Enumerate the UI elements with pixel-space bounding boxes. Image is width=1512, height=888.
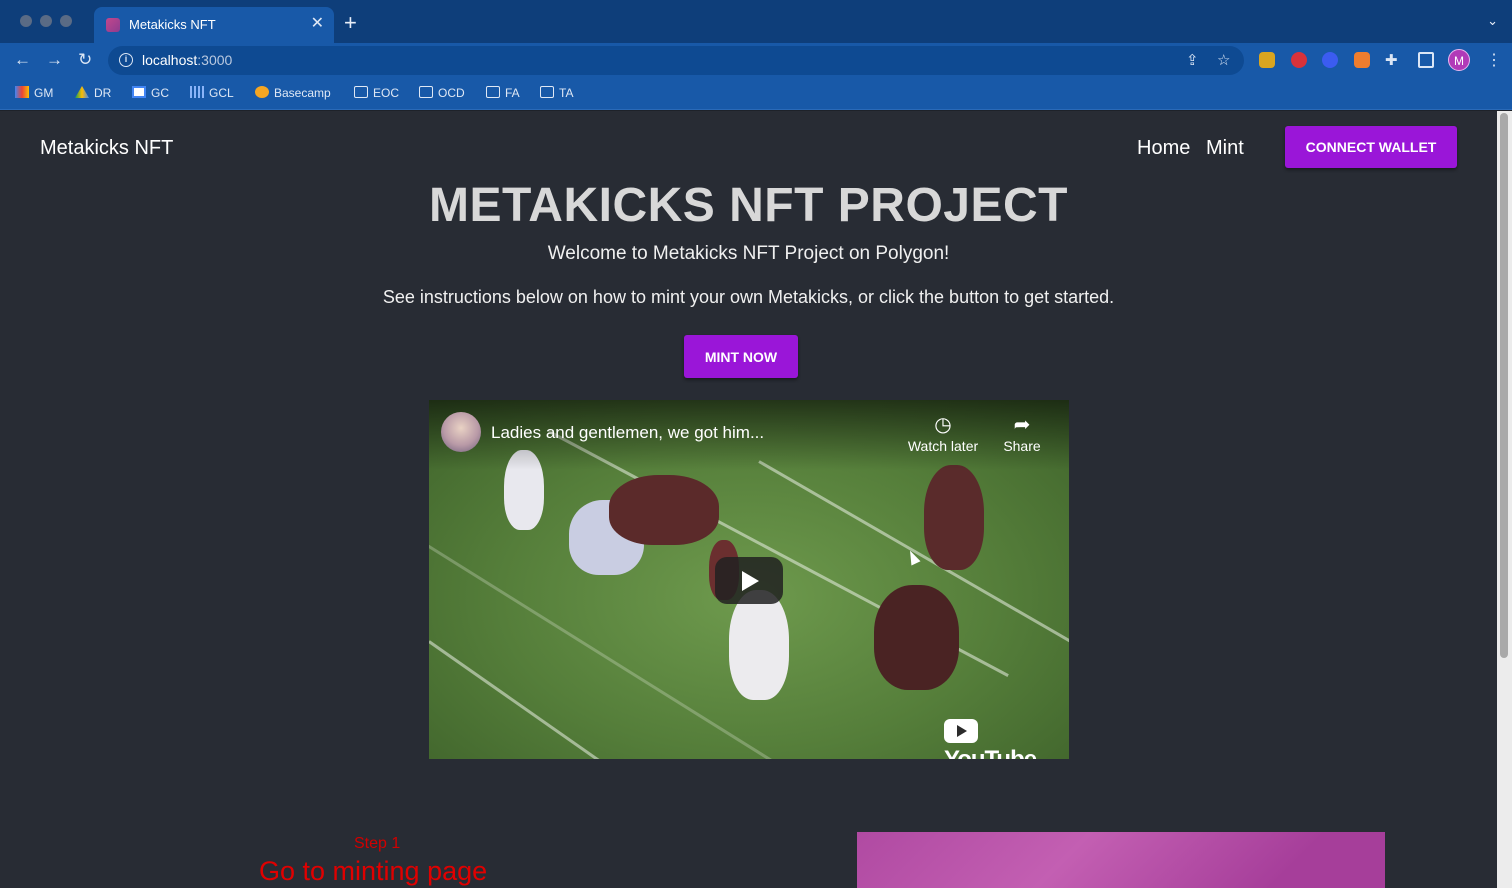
metamask-extension-icon[interactable] <box>1354 52 1370 68</box>
back-icon[interactable]: ← <box>14 49 31 71</box>
tab-title: Metakicks NFT <box>129 17 216 32</box>
bookmark-star-icon[interactable]: ☆ <box>1217 51 1230 69</box>
mint-now-button[interactable]: MINT NOW <box>684 335 798 378</box>
youtube-play-icon <box>944 719 978 743</box>
extension-icon[interactable] <box>1259 52 1275 68</box>
drive-icon <box>75 86 89 98</box>
browser-toolbar: ← → ↻ i localhost:3000 ⇪ ☆ ✚ M ⋮ <box>0 43 1512 78</box>
page-title: METAKICKS NFT PROJECT <box>429 179 1068 232</box>
extension-icon[interactable] <box>1322 52 1338 68</box>
bookmark-gc[interactable]: GC <box>132 85 169 101</box>
connect-wallet-button[interactable]: CONNECT WALLET <box>1285 126 1457 168</box>
tab-close-icon[interactable]: ✕ <box>311 14 324 34</box>
profile-avatar[interactable]: M <box>1448 49 1470 71</box>
site-info-icon[interactable]: i <box>119 53 133 67</box>
bookmark-basecamp[interactable]: Basecamp <box>255 85 331 101</box>
share-page-icon[interactable]: ⇪ <box>1186 51 1199 69</box>
watch-later-button[interactable]: ◷ Watch later <box>903 412 983 454</box>
folder-icon <box>540 86 554 98</box>
bookmark-ta[interactable]: TA <box>540 85 573 101</box>
browser-menu-icon[interactable]: ⋮ <box>1486 50 1502 70</box>
page-scrollbar[interactable] <box>1497 111 1512 888</box>
instructions-text: See instructions below on how to mint yo… <box>382 287 1115 307</box>
clock-icon: ◷ <box>934 414 952 436</box>
url-text[interactable]: localhost:3000 <box>142 52 232 68</box>
calendar-icon <box>132 86 146 98</box>
folder-icon <box>486 86 500 98</box>
share-button[interactable]: ➦ Share <box>982 412 1062 454</box>
puzzle-extensions-icon[interactable]: ✚ <box>1385 50 1398 72</box>
nav-mint-link[interactable]: Mint <box>1206 137 1244 160</box>
player-figure <box>729 590 789 700</box>
nav-home-link[interactable]: Home <box>1137 137 1190 160</box>
site-brand[interactable]: Metakicks NFT <box>40 137 173 160</box>
gmail-icon <box>15 86 29 98</box>
field-line <box>429 640 619 759</box>
window-zoom-dot[interactable] <box>60 15 72 27</box>
extension-icon[interactable] <box>1291 52 1307 68</box>
bookmark-gcl[interactable]: GCL <box>190 85 234 101</box>
share-label: Share <box>1003 438 1041 454</box>
active-tab[interactable]: Metakicks NFT ✕ <box>94 7 334 43</box>
basecamp-icon <box>255 86 269 98</box>
window-close-dot[interactable] <box>20 15 32 27</box>
welcome-text: Welcome to Metakicks NFT Project on Poly… <box>547 243 950 264</box>
channel-avatar[interactable] <box>441 412 481 452</box>
bookmark-fa[interactable]: FA <box>486 85 520 101</box>
window-minimize-dot[interactable] <box>40 15 52 27</box>
new-tab-button[interactable]: + <box>344 12 357 34</box>
step-image <box>857 832 1385 888</box>
bookmark-dr[interactable]: DR <box>75 85 111 101</box>
reload-icon[interactable]: ↻ <box>78 49 92 71</box>
player-figure <box>609 475 719 545</box>
youtube-logo[interactable]: YouTube <box>944 718 1069 759</box>
player-figure <box>924 465 984 570</box>
step-label: Step 1 <box>354 835 401 852</box>
site-favicon-icon <box>106 18 120 32</box>
side-panel-icon[interactable] <box>1418 52 1434 68</box>
bookmarks-bar: GM DR GC GCL Basecamp EOC OCD FA TA <box>0 78 1512 110</box>
step-title: Go to minting page <box>259 856 488 886</box>
bookmark-eoc[interactable]: EOC <box>354 85 399 101</box>
watch-later-label: Watch later <box>907 438 979 454</box>
forward-icon[interactable]: → <box>46 49 63 71</box>
play-icon <box>742 571 759 591</box>
youtube-video-embed[interactable]: Ladies and gentlemen, we got him... ◷ Wa… <box>429 400 1069 759</box>
bookmark-ocd[interactable]: OCD <box>419 85 465 101</box>
classroom-icon <box>190 86 204 98</box>
tab-search-icon[interactable]: ⌄ <box>1487 13 1498 29</box>
video-title[interactable]: Ladies and gentlemen, we got him... <box>491 423 764 443</box>
folder-icon <box>354 86 368 98</box>
play-button[interactable] <box>715 557 783 604</box>
scrollbar-thumb[interactable] <box>1500 113 1508 658</box>
page-viewport: Metakicks NFT Home Mint CONNECT WALLET M… <box>0 111 1497 888</box>
player-figure <box>874 585 959 690</box>
tab-strip: Metakicks NFT ✕ + ⌄ <box>0 0 1512 43</box>
share-arrow-icon: ➦ <box>1013 414 1031 436</box>
bookmark-gm[interactable]: GM <box>15 85 53 101</box>
folder-icon <box>419 86 433 98</box>
address-bar[interactable]: i localhost:3000 ⇪ ☆ <box>108 46 1244 75</box>
